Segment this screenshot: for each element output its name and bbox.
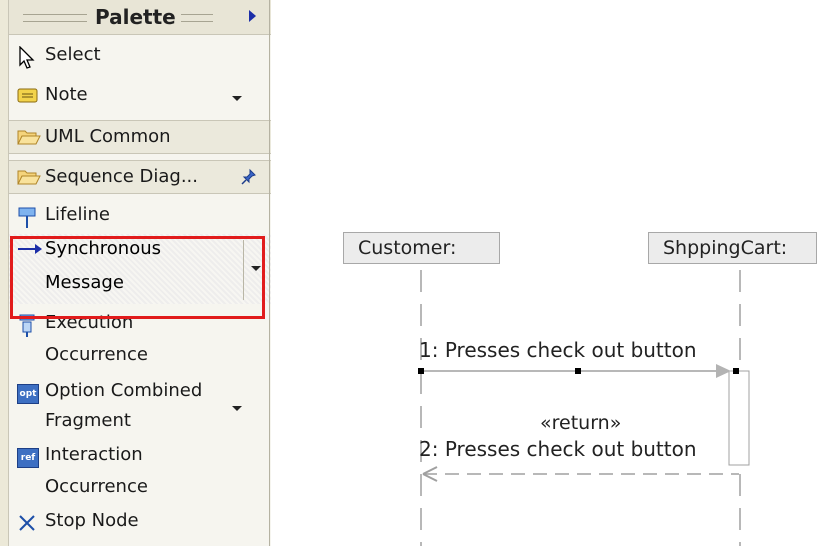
lifeline-name-customer: Customer: — [358, 237, 457, 259]
lifeline-name-shoppingcart: ShppingCart: — [663, 237, 788, 259]
message-2-label[interactable]: 2: Presses check out button — [419, 437, 697, 461]
execution-occurrence-bar[interactable] — [728, 370, 750, 466]
lifeline-head-customer[interactable]: Customer: — [343, 232, 500, 264]
selection-handle[interactable] — [418, 368, 424, 374]
selection-handle[interactable] — [733, 368, 739, 374]
selection-handle[interactable] — [575, 368, 581, 374]
return-stereotype-label: «return» — [540, 412, 622, 434]
message-1-label[interactable]: 1: Presses check out button — [419, 338, 697, 362]
lifeline-head-shoppingcart[interactable]: ShppingCart: — [648, 232, 817, 264]
sequence-diagram-canvas — [418, 270, 750, 546]
